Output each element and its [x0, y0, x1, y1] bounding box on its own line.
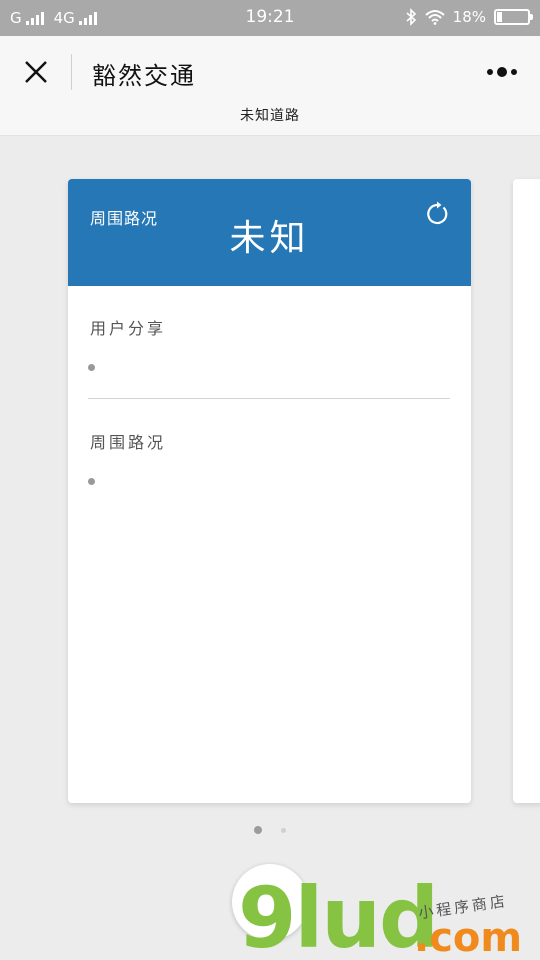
list-bullet [88, 478, 95, 485]
pager-dot[interactable] [281, 828, 286, 833]
status-icons: 18% [405, 8, 533, 26]
page-subtitle: 未知道路 [240, 108, 300, 124]
card-header: 周围路况 未知 [68, 179, 471, 286]
title-bar: 豁然交通 未知道路 [0, 36, 540, 136]
pager-dot-active[interactable] [254, 826, 262, 834]
close-icon [25, 61, 47, 83]
more-icon [487, 67, 517, 77]
next-card-peek[interactable] [513, 179, 540, 803]
battery-icon [494, 9, 533, 25]
refresh-icon [427, 201, 448, 225]
section-divider [88, 398, 450, 399]
list-bullet [88, 364, 95, 371]
section-title-user-share: 用户分享 [90, 319, 167, 338]
close-button[interactable] [18, 54, 54, 90]
section-title-nearby-traffic: 周围路况 [90, 433, 167, 452]
refresh-button[interactable] [423, 200, 451, 228]
status-bar: G 4G 19:21 18% [0, 0, 540, 36]
watermark-logo: 9lud [238, 869, 439, 960]
traffic-status: 未知 [229, 218, 310, 259]
wifi-icon [424, 10, 445, 25]
battery-percent: 18% [452, 8, 486, 26]
app-title: 豁然交通 [92, 62, 196, 90]
bluetooth-icon [406, 8, 416, 26]
title-divider [71, 54, 72, 90]
watermark-domain: .com [414, 915, 523, 960]
more-button[interactable] [482, 60, 522, 84]
traffic-card: 周围路况 未知 用户分享 周围路况 [68, 179, 471, 803]
